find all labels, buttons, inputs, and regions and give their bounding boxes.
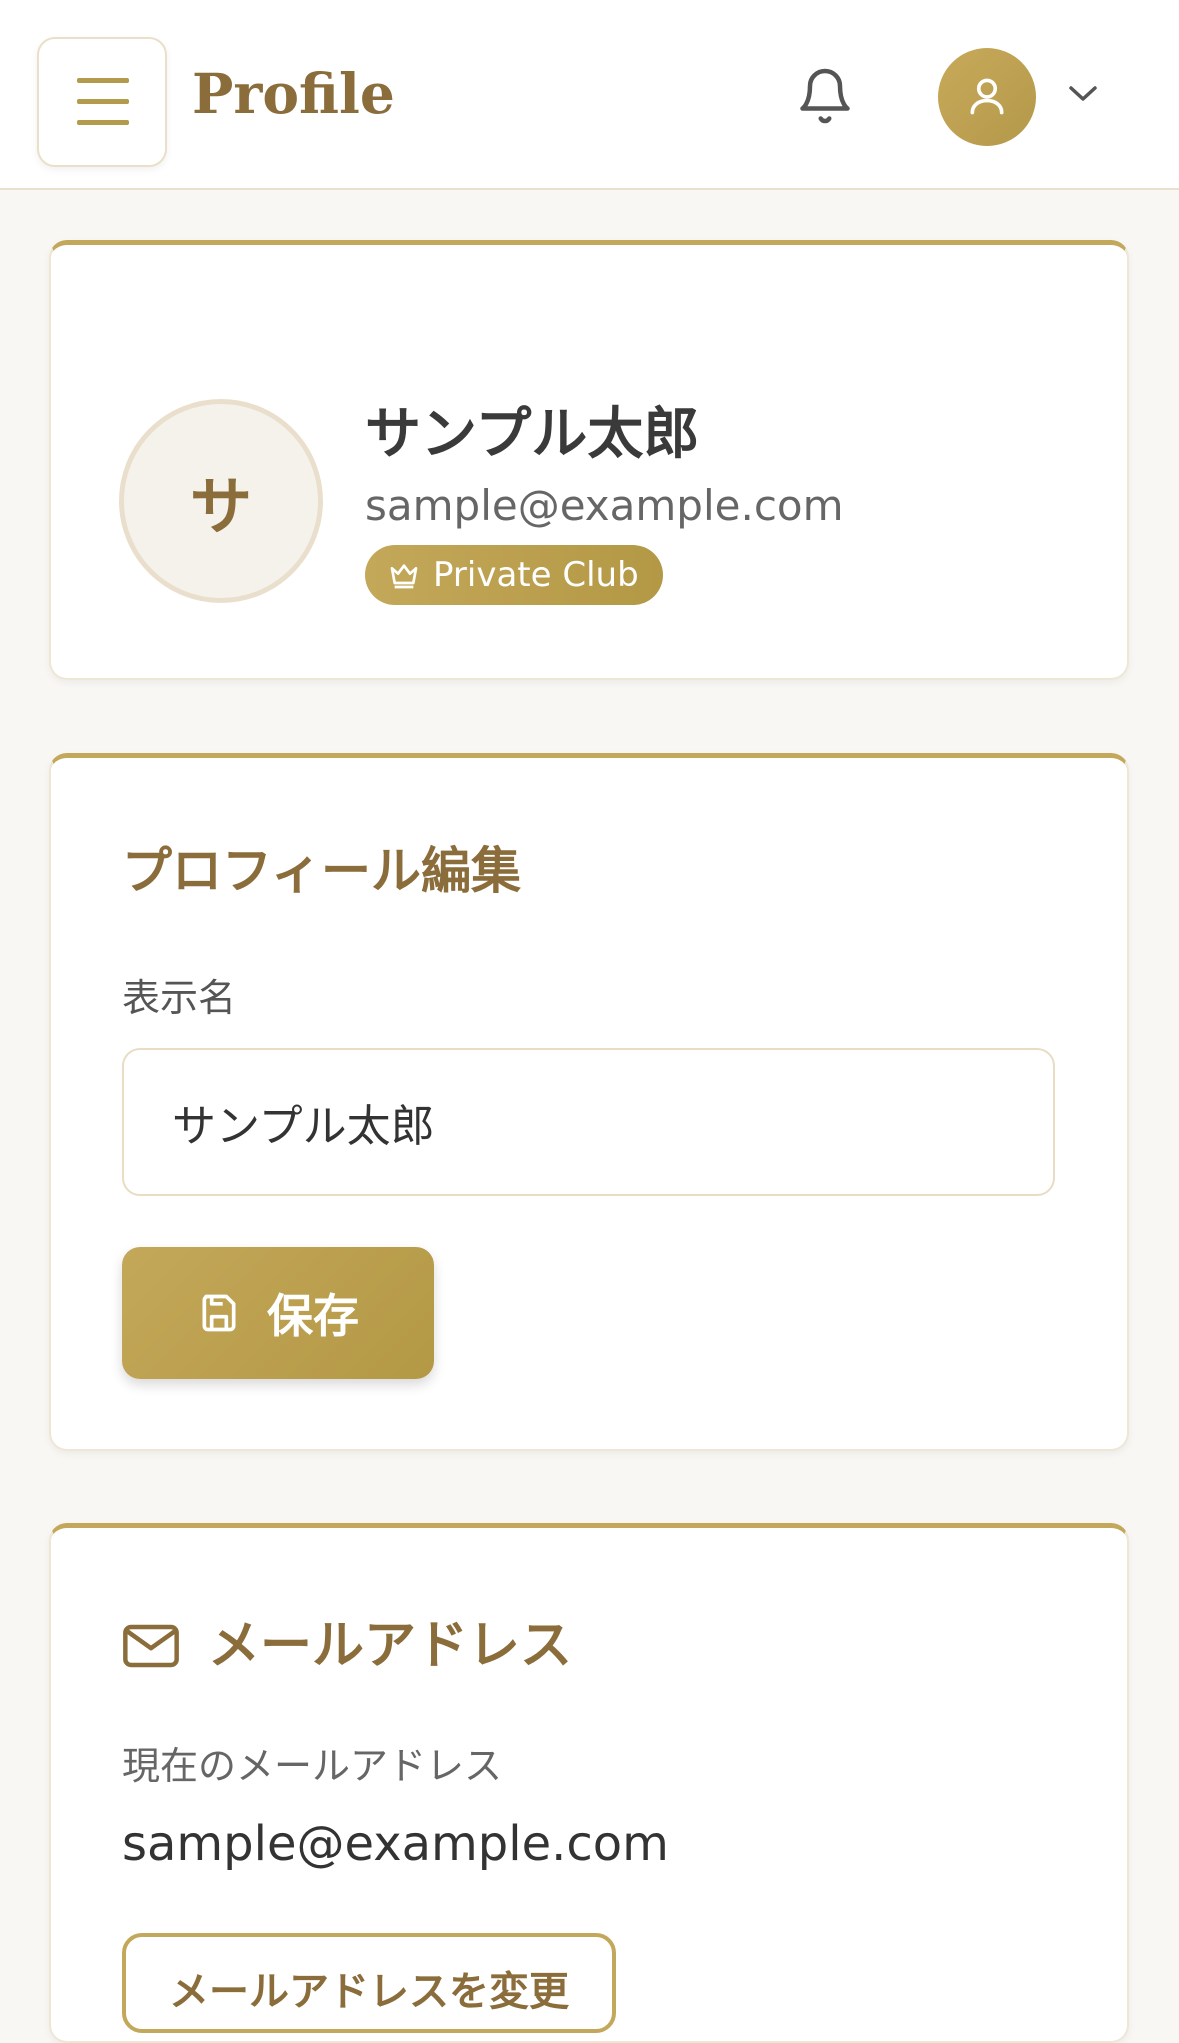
save-button[interactable]: 保存 — [122, 1247, 434, 1379]
current-email-label: 現在のメールアドレス — [122, 1744, 503, 1788]
display-name-label: 表示名 — [122, 976, 237, 1020]
email-section-title-text: メールアドレス — [208, 1616, 573, 1676]
user-email: sample@example.com — [365, 481, 844, 530]
display-name-input[interactable] — [122, 1048, 1055, 1196]
profile-edit-card: プロフィール編集 表示名 保存 — [49, 753, 1129, 1451]
bell-icon[interactable] — [795, 66, 855, 126]
profile-avatar: サ — [119, 399, 323, 603]
mail-icon — [123, 1624, 179, 1668]
page-title: Profile — [192, 61, 395, 126]
profile-summary-card: サ サンプル太郎 sample@example.com Private Club — [49, 240, 1129, 680]
membership-badge-label: Private Club — [433, 555, 639, 595]
change-email-button[interactable]: メールアドレスを変更 — [122, 1933, 616, 2033]
menu-button[interactable] — [37, 37, 167, 167]
user-name: サンプル太郎 — [365, 402, 700, 467]
section-title: プロフィール編集 — [122, 842, 521, 900]
save-icon — [202, 1294, 236, 1332]
hamburger-menu-icon — [77, 78, 129, 125]
crown-icon — [390, 564, 418, 589]
user-icon — [970, 78, 1004, 115]
app-header: Profile — [0, 0, 1179, 190]
save-button-label: 保存 — [267, 1290, 359, 1342]
email-card: メールアドレス 現在のメールアドレス sample@example.com メー… — [49, 1523, 1129, 2043]
email-section-title: メールアドレス — [122, 1612, 572, 1680]
membership-badge: Private Club — [365, 545, 663, 605]
current-email-value: sample@example.com — [122, 1816, 669, 1872]
account-avatar-button[interactable] — [938, 48, 1036, 146]
chevron-down-icon[interactable] — [1066, 82, 1100, 106]
